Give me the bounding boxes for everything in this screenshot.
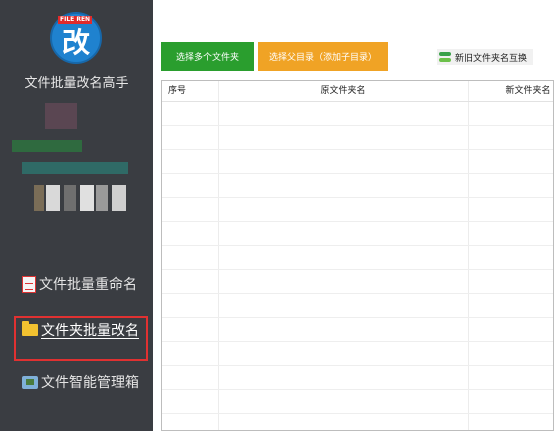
- blurred-block: [22, 162, 128, 174]
- app-title: 文件批量改名高手: [24, 76, 129, 91]
- sidebar: FILE REN 改 文件批量改名高手 文件批量重命名 文件夹批量改名 文件智能…: [0, 0, 153, 431]
- swap-icon: [439, 52, 451, 62]
- swap-names-label: 新旧文件夹名互换: [455, 53, 528, 64]
- document-icon: [22, 275, 36, 293]
- sidebar-item-label: 文件批量重命名: [39, 277, 137, 293]
- select-folders-button[interactable]: 选择多个文件夹: [161, 42, 254, 71]
- blurred-block: [45, 103, 77, 129]
- logo-char: 改: [61, 26, 90, 59]
- sidebar-item-file-manager[interactable]: 文件智能管理箱: [22, 372, 139, 392]
- column-header-index[interactable]: 序号: [168, 81, 186, 101]
- select-parent-button[interactable]: 选择父目录（添加子目录）: [258, 42, 388, 71]
- blurred-block: [34, 185, 126, 211]
- blurred-block: [12, 140, 82, 152]
- swap-names-button[interactable]: 新旧文件夹名互换: [437, 49, 534, 65]
- column-header-original-name[interactable]: 原文件夹名: [218, 81, 468, 101]
- folder-table[interactable]: 序号 原文件夹名 新文件夹名: [161, 80, 554, 431]
- column-header-new-name[interactable]: 新文件夹名: [468, 81, 553, 101]
- sidebar-item-file-rename[interactable]: 文件批量重命名: [22, 274, 137, 294]
- app-logo: FILE REN 改: [50, 12, 102, 64]
- toolbox-icon: [22, 375, 38, 389]
- highlight-box: [14, 316, 148, 361]
- table-header: 序号 原文件夹名 新文件夹名: [162, 81, 553, 102]
- logo-tag: FILE REN: [58, 16, 93, 24]
- sidebar-item-label: 文件智能管理箱: [41, 375, 139, 391]
